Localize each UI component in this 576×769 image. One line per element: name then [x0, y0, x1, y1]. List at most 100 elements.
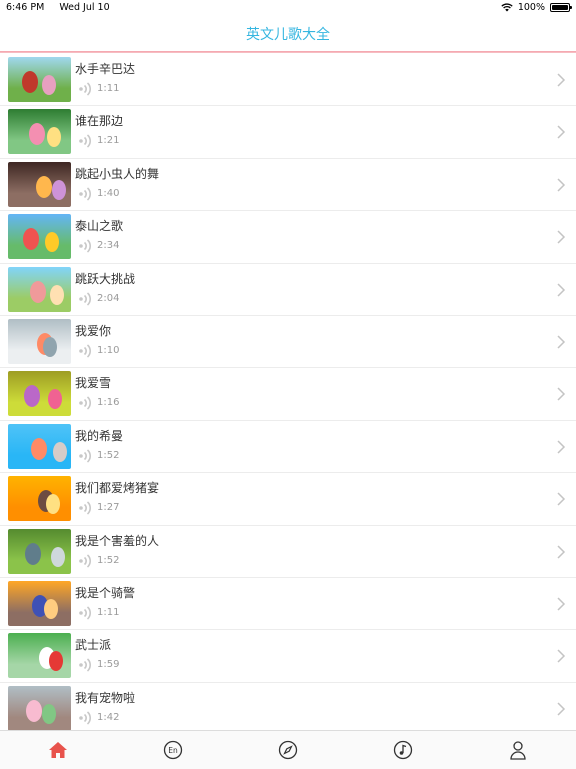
song-duration: 1:59	[97, 659, 120, 671]
song-duration: 1:16	[97, 397, 120, 409]
status-time: 6:46 PM	[6, 2, 45, 13]
song-thumbnail	[8, 57, 71, 102]
tab-home[interactable]	[0, 731, 115, 769]
song-row[interactable]: 我有宠物啦 1:42	[0, 683, 576, 730]
song-thumbnail	[8, 266, 71, 312]
song-title: 水手辛巴达	[75, 62, 136, 76]
song-thumbnail	[8, 423, 71, 469]
song-row[interactable]: 武士派 1:59	[0, 630, 576, 683]
song-row[interactable]: 我的希曼 1:52	[0, 421, 576, 474]
speaker-icon	[79, 239, 92, 253]
chevron-right-icon	[557, 649, 566, 663]
song-duration: 1:40	[97, 187, 120, 199]
chevron-right-icon	[557, 702, 566, 716]
status-bar: 6:46 PM Wed Jul 10 100%	[0, 0, 576, 16]
song-title: 谁在那边	[75, 114, 124, 129]
tab-music[interactable]	[346, 731, 461, 769]
battery-icon	[550, 3, 572, 12]
song-duration: 1:52	[97, 554, 120, 566]
speaker-icon	[79, 501, 92, 515]
song-title: 我是个害羞的人	[75, 533, 160, 548]
song-title: 我爱雪	[75, 376, 112, 391]
speaker-icon	[79, 82, 92, 96]
tab-profile[interactable]	[461, 731, 576, 769]
music-note-icon	[394, 740, 413, 760]
song-title: 泰山之歌	[75, 219, 124, 234]
song-thumbnail	[8, 161, 71, 207]
status-date: Wed Jul 10	[59, 2, 110, 13]
song-duration: 2:04	[97, 292, 120, 304]
song-row[interactable]: 泰山之歌 2:34	[0, 211, 576, 264]
song-thumbnail	[8, 685, 71, 730]
song-row[interactable]: 我是个骑警 1:11	[0, 578, 576, 631]
speaker-icon	[79, 291, 92, 306]
chevron-right-icon	[557, 387, 566, 401]
chevron-right-icon	[557, 178, 566, 192]
speaker-icon	[79, 606, 92, 620]
song-title: 武士派	[75, 638, 112, 653]
song-row[interactable]: 我爱你 1:10	[0, 316, 576, 369]
speaker-icon	[79, 187, 92, 201]
song-row[interactable]: 谁在那边 1:21	[0, 106, 576, 159]
chevron-right-icon	[557, 492, 566, 506]
tab-english-label: En	[168, 746, 178, 755]
speaker-icon	[79, 134, 92, 148]
song-thumbnail	[8, 109, 71, 155]
song-title: 我有宠物啦	[75, 690, 136, 705]
chevron-right-icon	[557, 597, 566, 611]
song-thumbnail	[8, 580, 71, 626]
song-row[interactable]: 跳起小虫人的舞 1:40	[0, 159, 576, 212]
song-duration: 1:52	[97, 449, 120, 461]
song-row[interactable]: 跳跃大挑战 2:04	[0, 264, 576, 316]
chevron-right-icon	[557, 125, 566, 139]
tab-english[interactable]: En	[115, 731, 230, 769]
speaker-icon	[79, 711, 92, 725]
chevron-right-icon	[557, 440, 566, 454]
tab-bar: En	[0, 730, 576, 769]
speaker-icon	[79, 553, 92, 568]
home-icon	[48, 742, 67, 758]
song-title: 我们都爱烤猪宴	[75, 481, 160, 496]
song-thumbnail	[8, 214, 71, 260]
song-thumbnail	[8, 476, 71, 522]
song-duration: 1:10	[97, 344, 120, 356]
song-row[interactable]: 我爱雪 1:16	[0, 368, 576, 421]
song-thumbnail	[8, 371, 71, 417]
person-icon	[510, 741, 527, 760]
song-title: 跳起小虫人的舞	[75, 166, 160, 181]
speaker-icon	[79, 449, 92, 463]
speaker-icon	[79, 658, 92, 672]
chevron-right-icon	[557, 73, 566, 87]
wifi-icon	[501, 3, 513, 12]
song-thumbnail	[8, 528, 71, 574]
song-title: 我爱你	[75, 323, 112, 338]
chevron-right-icon	[557, 230, 566, 244]
song-row[interactable]: 我们都爱烤猪宴 1:27	[0, 473, 576, 526]
song-duration: 1:27	[97, 502, 120, 514]
navigation-bar: 英文儿歌大全	[0, 16, 576, 52]
song-thumbnail	[8, 633, 71, 679]
compass-icon	[278, 740, 298, 760]
song-row[interactable]: 水手辛巴达 1:11	[0, 54, 576, 107]
song-duration: 1:11	[97, 606, 120, 618]
english-icon: En	[163, 740, 182, 760]
song-duration: 1:21	[97, 135, 120, 147]
song-title: 我的希曼	[75, 428, 124, 443]
song-row[interactable]: 我是个害羞的人 1:52	[0, 526, 576, 578]
song-thumbnail	[8, 318, 71, 364]
speaker-icon	[79, 396, 92, 410]
song-title: 跳跃大挑战	[75, 271, 136, 286]
tab-discover[interactable]	[230, 731, 345, 769]
song-duration: 2:34	[97, 240, 120, 252]
speaker-icon	[79, 344, 92, 358]
page-title: 英文儿歌大全	[246, 27, 330, 43]
song-list[interactable]: 水手辛巴达 1:11 谁在那边 1:21 跳起小虫人的舞 1:40 泰山之歌 2…	[0, 54, 576, 730]
song-duration: 1:42	[97, 711, 120, 723]
nav-divider	[0, 51, 576, 53]
chevron-right-icon	[557, 283, 566, 297]
battery-percent: 100%	[517, 2, 545, 13]
song-title: 我是个骑警	[75, 585, 136, 600]
song-duration: 1:11	[97, 83, 120, 94]
chevron-right-icon	[557, 335, 566, 349]
chevron-right-icon	[557, 544, 566, 559]
